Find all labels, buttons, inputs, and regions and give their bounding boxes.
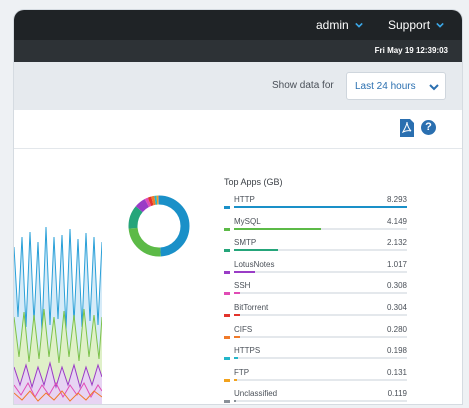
app-color-swatch — [224, 378, 230, 382]
app-bar-track — [234, 227, 407, 230]
help-icon[interactable]: ? — [421, 120, 436, 135]
app-bar — [234, 378, 237, 381]
app-bar — [234, 227, 321, 230]
time-range-select[interactable]: Last 24 hours — [346, 72, 446, 100]
app-name: SSH — [234, 281, 251, 291]
top-apps-panel: Top Apps (GB) HTTP 8.293 MySQL 4.149 SMTP 2.1… — [224, 177, 409, 404]
app-bar — [234, 400, 237, 403]
dashboard-content: Top Apps (GB) HTTP 8.293 MySQL 4.149 SMTP 2.1… — [14, 149, 462, 404]
traffic-area-chart — [14, 207, 102, 404]
app-bar-track — [234, 357, 407, 360]
app-value: 1.017 — [386, 259, 407, 269]
app-row[interactable]: BitTorrent 0.304 — [224, 301, 409, 323]
app-bar — [234, 270, 256, 273]
app-color-swatch — [224, 400, 230, 404]
app-value: 2.132 — [386, 238, 407, 248]
top-apps-title: Top Apps (GB) — [224, 177, 283, 187]
app-value: 0.131 — [386, 367, 407, 377]
chevron-down-icon — [429, 84, 439, 91]
app-value: 0.304 — [386, 302, 407, 312]
app-bar — [234, 335, 240, 338]
app-row[interactable]: SMTP 2.132 — [224, 236, 409, 258]
app-value: 4.149 — [386, 216, 407, 226]
app-row[interactable]: CIFS 0.280 — [224, 323, 409, 345]
chevron-down-icon — [436, 22, 444, 28]
app-bar-track — [234, 335, 407, 338]
support-menu-label: Support — [388, 18, 431, 32]
app-row[interactable]: MySQL 4.149 — [224, 215, 409, 237]
report-toolbar: ? — [14, 110, 462, 149]
app-value: 0.308 — [386, 281, 407, 291]
app-name: HTTP — [234, 195, 255, 204]
app-color-swatch — [224, 206, 230, 209]
user-menu-label: admin — [316, 18, 349, 32]
app-bar-track — [234, 378, 407, 381]
app-value: 0.280 — [386, 324, 407, 334]
current-datetime: Fri May 19 12:39:03 — [374, 46, 448, 55]
app-bar — [234, 292, 241, 295]
app-row[interactable]: LotusNotes 1.017 — [224, 258, 409, 280]
filter-bar: Show data for Last 24 hours — [14, 62, 462, 111]
app-bar-track — [234, 313, 407, 316]
time-range-value: Last 24 hours — [355, 81, 416, 92]
app-bar-track — [234, 292, 407, 295]
app-bar-track — [234, 400, 407, 403]
app-bar — [234, 206, 407, 208]
app-bar — [234, 313, 241, 316]
app-name: Unclassified — [234, 389, 278, 399]
top-apps-list: HTTP 8.293 MySQL 4.149 SMTP 2.132 LotusNotes 1.… — [224, 193, 409, 404]
app-row[interactable]: FTP 0.131 — [224, 366, 409, 388]
datetime-bar: Fri May 19 12:39:03 — [14, 40, 462, 62]
app-row[interactable]: SSH 0.308 — [224, 279, 409, 301]
app-bar-track — [234, 206, 407, 208]
app-name: LotusNotes — [234, 259, 275, 269]
user-menu[interactable]: admin — [316, 18, 363, 32]
app-bar — [234, 357, 239, 360]
app-bar — [234, 249, 279, 252]
app-window: admin Support Fri May 19 12:39:03 Show d… — [14, 10, 462, 404]
support-menu[interactable]: Support — [388, 18, 444, 32]
app-name: BitTorrent — [234, 302, 269, 312]
top-apps-donut-chart — [128, 195, 190, 257]
app-color-swatch — [224, 357, 230, 361]
app-bar-track — [234, 270, 407, 273]
chevron-down-icon — [354, 22, 363, 28]
app-name: MySQL — [234, 216, 261, 226]
app-color-swatch — [224, 249, 230, 253]
app-row[interactable]: HTTP 8.293 — [224, 193, 409, 215]
app-color-swatch — [224, 292, 230, 296]
app-row[interactable]: Unclassified 0.119 — [224, 387, 409, 404]
app-name: HTTPS — [234, 346, 261, 356]
app-value: 0.119 — [387, 389, 407, 399]
app-row[interactable]: HTTPS 0.198 — [224, 344, 409, 366]
top-navigation-bar: admin Support — [14, 10, 462, 40]
app-name: SMTP — [234, 238, 257, 248]
app-color-swatch — [224, 227, 230, 231]
show-data-label: Show data for — [272, 80, 334, 91]
app-bar-track — [234, 249, 407, 252]
app-color-swatch — [224, 335, 230, 339]
app-color-swatch — [224, 270, 230, 274]
app-name: CIFS — [234, 324, 253, 334]
app-name: FTP — [234, 367, 250, 377]
app-value: 8.293 — [386, 195, 407, 204]
pdf-export-icon[interactable] — [400, 119, 414, 137]
app-color-swatch — [224, 313, 230, 317]
app-value: 0.198 — [386, 346, 407, 356]
